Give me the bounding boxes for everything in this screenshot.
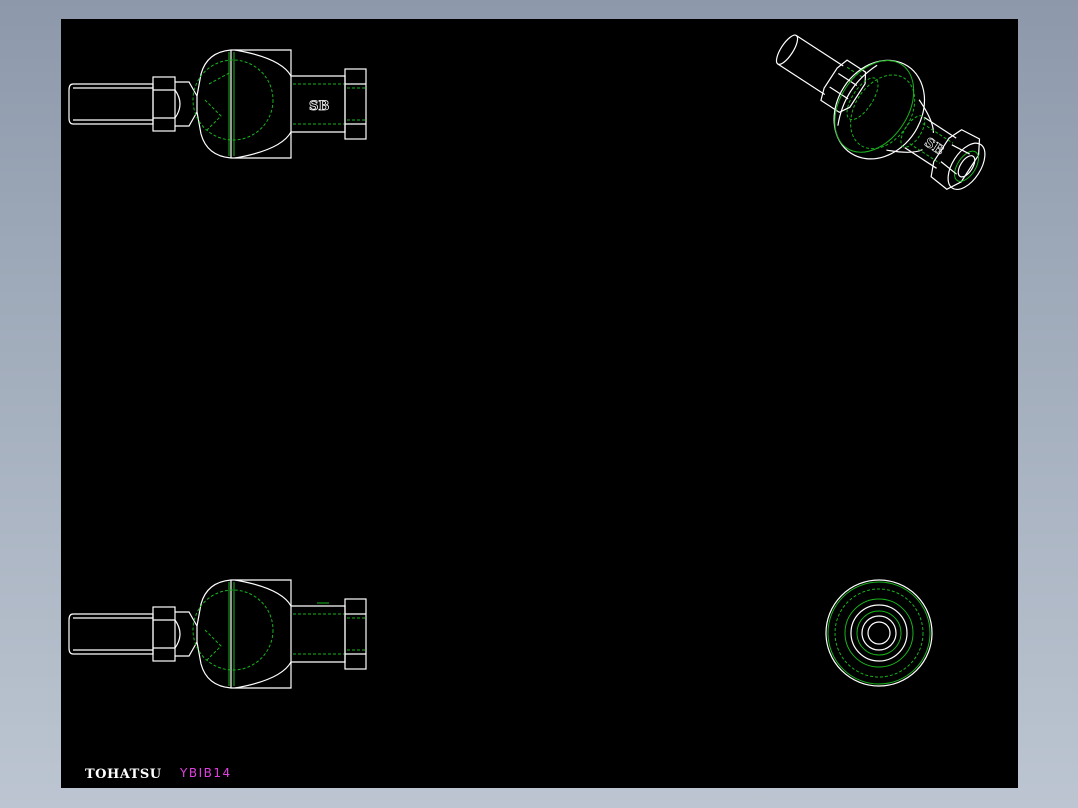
isometric-view-shank <box>775 34 844 95</box>
section-view-hex-nut <box>152 606 198 662</box>
drawing-sheet: SB SB TOHATSU YBIB14 <box>61 19 1018 788</box>
end-view-circles <box>825 579 933 687</box>
section-view-socket <box>291 602 346 663</box>
front-view-hex-nut <box>152 76 198 132</box>
isometric-view-end-nut <box>930 129 986 190</box>
section-view-shank <box>68 613 154 655</box>
section-view <box>68 579 367 689</box>
front-view-end-nut <box>344 68 367 140</box>
front-view: SB <box>68 49 367 159</box>
front-view-socket: SB <box>291 75 346 133</box>
part-code-label: YBIB14 <box>180 766 232 780</box>
section-view-ball-housing <box>192 579 292 689</box>
front-view-engraving: SB <box>309 99 329 114</box>
front-view-ball-housing <box>192 49 292 159</box>
brand-label: TOHATSU <box>85 767 162 782</box>
end-view <box>825 579 933 687</box>
isometric-view-ball-housing <box>833 59 934 160</box>
section-view-end-nut <box>344 598 367 670</box>
isometric-view: SB <box>775 34 986 190</box>
front-view-shank <box>68 83 154 125</box>
